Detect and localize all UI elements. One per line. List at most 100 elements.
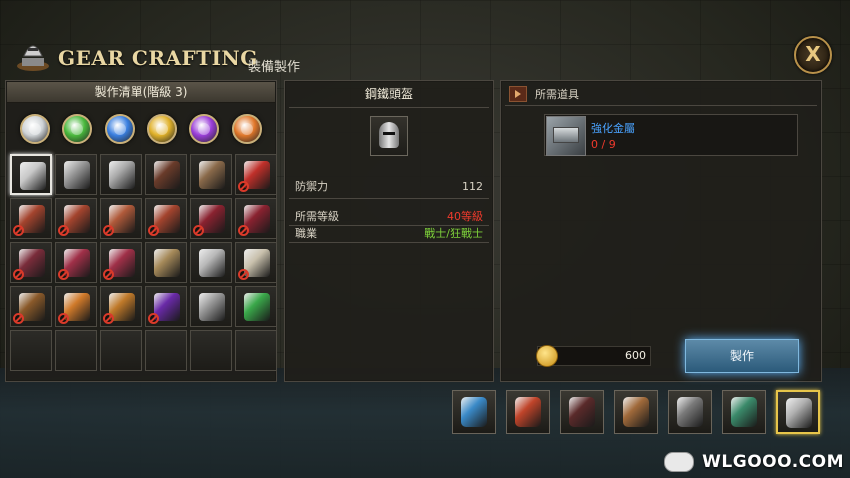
orange-gem-icon[interactable] bbox=[231, 114, 262, 144]
craft-slot[interactable] bbox=[55, 198, 97, 239]
craft-slot[interactable] bbox=[235, 286, 277, 327]
craft-slot[interactable] bbox=[10, 330, 52, 371]
close-button[interactable]: X bbox=[794, 36, 832, 74]
equipment-tab[interactable] bbox=[506, 390, 550, 434]
silver-gem-icon[interactable] bbox=[20, 114, 51, 144]
required-level-label: 所需等級 bbox=[295, 210, 339, 223]
locked-icon bbox=[13, 269, 24, 280]
locked-icon bbox=[58, 225, 69, 236]
page-title: GEAR CRAFTING bbox=[58, 46, 258, 70]
craft-slot[interactable] bbox=[235, 242, 277, 283]
craft-list-heading: 製作清單(階級 3) bbox=[7, 82, 275, 103]
silver-armor-icon bbox=[64, 161, 90, 189]
gold-cost-bar: 600 bbox=[536, 345, 651, 367]
bronze-armor-tab-icon bbox=[623, 397, 649, 427]
required-items-heading: 所需道具 bbox=[535, 88, 579, 101]
steel-armor-tab-icon bbox=[677, 397, 703, 427]
blue-cape-tab-icon bbox=[461, 397, 487, 427]
class-value: 戰士/狂戰士 bbox=[424, 227, 483, 240]
craft-slot[interactable] bbox=[10, 242, 52, 283]
steel-helmet-icon bbox=[370, 116, 408, 156]
material-name: 強化金屬 bbox=[591, 122, 635, 135]
equipment-tab[interactable] bbox=[614, 390, 658, 434]
equipment-tab[interactable] bbox=[722, 390, 766, 434]
sword-icon bbox=[199, 249, 225, 277]
locked-icon bbox=[238, 269, 249, 280]
locked-icon bbox=[238, 181, 249, 192]
class-label: 職業 bbox=[295, 227, 317, 240]
leather-gloves-icon bbox=[154, 161, 180, 189]
locked-icon bbox=[193, 225, 204, 236]
header: GEAR CRAFTING 裝備製作 X bbox=[8, 34, 842, 84]
gamepad-icon bbox=[664, 452, 694, 472]
equipment-tab[interactable] bbox=[776, 390, 820, 434]
craft-button[interactable]: 製作 bbox=[685, 339, 799, 373]
green-amulet-icon bbox=[244, 293, 270, 321]
page-subtitle: 裝備製作 bbox=[248, 60, 301, 75]
red-cape-tab-icon bbox=[515, 397, 541, 427]
craft-slot[interactable] bbox=[235, 198, 277, 239]
locked-icon bbox=[103, 225, 114, 236]
material-entry[interactable]: 強化金屬 0 / 9 bbox=[544, 114, 798, 156]
equipment-tab[interactable] bbox=[560, 390, 604, 434]
golden-belt-icon bbox=[154, 249, 180, 277]
silver-ring-icon bbox=[199, 293, 225, 321]
silver-helmet-icon bbox=[20, 162, 46, 190]
craft-slot[interactable] bbox=[235, 154, 277, 195]
anvil-helmet-icon bbox=[17, 45, 49, 71]
craft-slot[interactable] bbox=[100, 154, 142, 195]
craft-slot[interactable] bbox=[190, 154, 232, 195]
metal-ingot-icon bbox=[546, 116, 586, 156]
play-arrow-icon bbox=[509, 86, 527, 102]
craft-slot[interactable] bbox=[190, 198, 232, 239]
craft-item-grid bbox=[6, 150, 277, 371]
equipment-tab-bar bbox=[452, 390, 820, 434]
defense-label: 防禦力 bbox=[295, 180, 328, 193]
material-count: 0 / 9 bbox=[591, 138, 616, 151]
locked-icon bbox=[103, 269, 114, 280]
craft-slot[interactable] bbox=[190, 242, 232, 283]
class-row: 職業 戰士/狂戰士 bbox=[289, 226, 489, 243]
watermark: WLGOOO.COM bbox=[702, 452, 844, 472]
locked-icon bbox=[148, 313, 159, 324]
craft-slot[interactable] bbox=[235, 330, 277, 371]
craft-slot[interactable] bbox=[55, 154, 97, 195]
locked-icon bbox=[103, 313, 114, 324]
craft-slot[interactable] bbox=[100, 330, 142, 371]
craft-slot[interactable] bbox=[55, 330, 97, 371]
craft-list-panel: 製作清單(階級 3) bbox=[5, 80, 277, 382]
defense-value: 112 bbox=[462, 180, 483, 193]
equipment-tab[interactable] bbox=[668, 390, 712, 434]
craft-slot[interactable] bbox=[145, 154, 187, 195]
locked-icon bbox=[148, 225, 159, 236]
dark-armor-tab-icon bbox=[569, 397, 595, 427]
craft-slot[interactable] bbox=[190, 330, 232, 371]
equipment-tab[interactable] bbox=[452, 390, 496, 434]
craft-slot[interactable] bbox=[10, 198, 52, 239]
craft-slot[interactable] bbox=[100, 286, 142, 327]
craft-slot[interactable] bbox=[145, 198, 187, 239]
purple-gem-icon[interactable] bbox=[189, 114, 220, 144]
craft-slot[interactable] bbox=[10, 154, 52, 195]
required-items-panel: 所需道具 強化金屬 0 / 9 600 製作 bbox=[500, 80, 822, 382]
craft-slot[interactable] bbox=[145, 242, 187, 283]
craft-slot[interactable] bbox=[100, 198, 142, 239]
silver-greaves-icon bbox=[109, 161, 135, 189]
craft-slot[interactable] bbox=[190, 286, 232, 327]
defense-row: 防禦力 112 bbox=[289, 176, 489, 199]
craft-slot[interactable] bbox=[100, 242, 142, 283]
craft-slot[interactable] bbox=[55, 242, 97, 283]
craft-slot[interactable] bbox=[145, 330, 187, 371]
silver-armor-tab-icon bbox=[786, 398, 812, 428]
yellow-gem-icon[interactable] bbox=[147, 114, 178, 144]
craft-slot[interactable] bbox=[55, 286, 97, 327]
locked-icon bbox=[238, 225, 249, 236]
craft-slot[interactable] bbox=[10, 286, 52, 327]
blue-gem-icon[interactable] bbox=[104, 114, 135, 144]
locked-icon bbox=[58, 269, 69, 280]
green-gem-icon[interactable] bbox=[62, 114, 93, 144]
craft-slot[interactable] bbox=[145, 286, 187, 327]
required-level-row: 所需等級 40等級 bbox=[289, 209, 489, 226]
jade-armor-tab-icon bbox=[731, 397, 757, 427]
gold-cost-value: 600 bbox=[625, 349, 646, 362]
